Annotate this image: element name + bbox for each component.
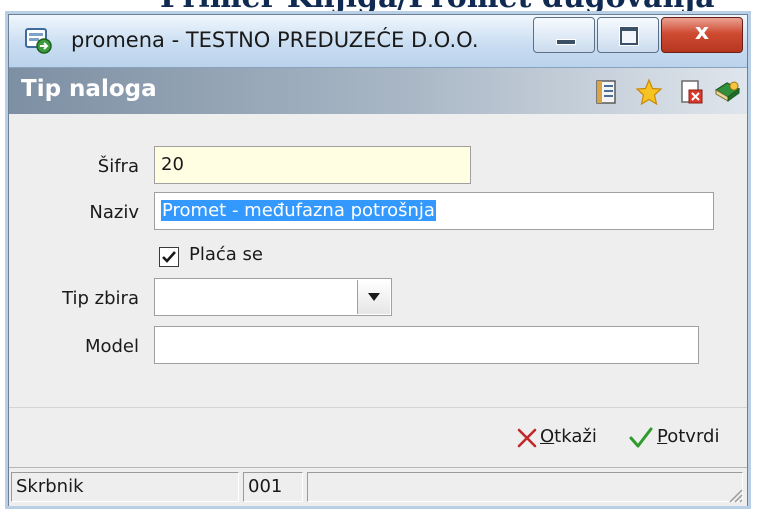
app-icon [25,28,52,54]
model-label: Model [84,336,139,357]
status-user: Skrbnik [11,472,239,502]
help-book-icon[interactable] [713,78,741,106]
resize-grip-icon[interactable] [727,487,743,503]
confirm-check-icon [629,427,653,448]
minimize-icon [556,39,576,45]
cancel-label: Otkaži [540,426,597,447]
list-icon[interactable] [593,78,621,106]
cancel-button[interactable]: Otkaži [516,424,612,452]
model-field[interactable] [154,326,699,364]
placa-se-checkbox[interactable] [159,247,179,267]
background-heading-fragment: Primer Knjiga/Promet dugovanja [0,0,757,14]
status-extra [307,472,743,502]
checkmark-icon [162,251,176,263]
tip-zbira-label: Tip zbira [62,288,139,309]
status-bar: Skrbnik 001 [9,467,747,506]
form-body: Šifra 20 Naziv Promet - međufazna potroš… [9,114,747,407]
form-header: Tip naloga [9,68,747,114]
title-bar[interactable]: promena - TESTNO PREDUZEĆE D.O.O. x [9,15,747,68]
placa-se-label[interactable]: Plaća se [189,244,263,265]
tip-zbira-dropdown-button[interactable] [357,280,390,314]
sifra-label: Šifra [97,156,139,177]
form-title: Tip naloga [21,76,157,102]
sifra-field[interactable]: 20 [154,146,471,184]
minimize-button[interactable] [533,17,595,53]
close-icon: x [694,20,710,45]
naziv-field[interactable]: Promet - međufazna potrošnja [154,192,714,230]
cancel-x-icon [517,428,537,448]
confirm-button[interactable]: Potvrdi [629,424,741,452]
action-bar: Otkaži Potvrdi [9,407,747,468]
close-button[interactable]: x [661,17,743,53]
naziv-label: Naziv [89,202,139,223]
confirm-label: Potvrdi [657,426,720,447]
status-code: 001 [243,472,303,502]
background-heading-text: Primer Knjiga/Promet dugovanja [160,0,715,14]
chevron-down-icon [368,293,380,301]
star-icon[interactable] [635,78,663,106]
window-title: promena - TESTNO PREDUZEĆE D.O.O. [71,28,479,52]
naziv-selected-text: Promet - međufazna potrošnja [161,200,436,221]
dialog-window: promena - TESTNO PREDUZEĆE D.O.O. x Tip … [8,14,748,506]
maximize-icon [619,26,639,46]
export-icon[interactable] [677,78,705,106]
tip-zbira-select[interactable] [154,278,392,316]
maximize-button[interactable] [597,17,659,53]
